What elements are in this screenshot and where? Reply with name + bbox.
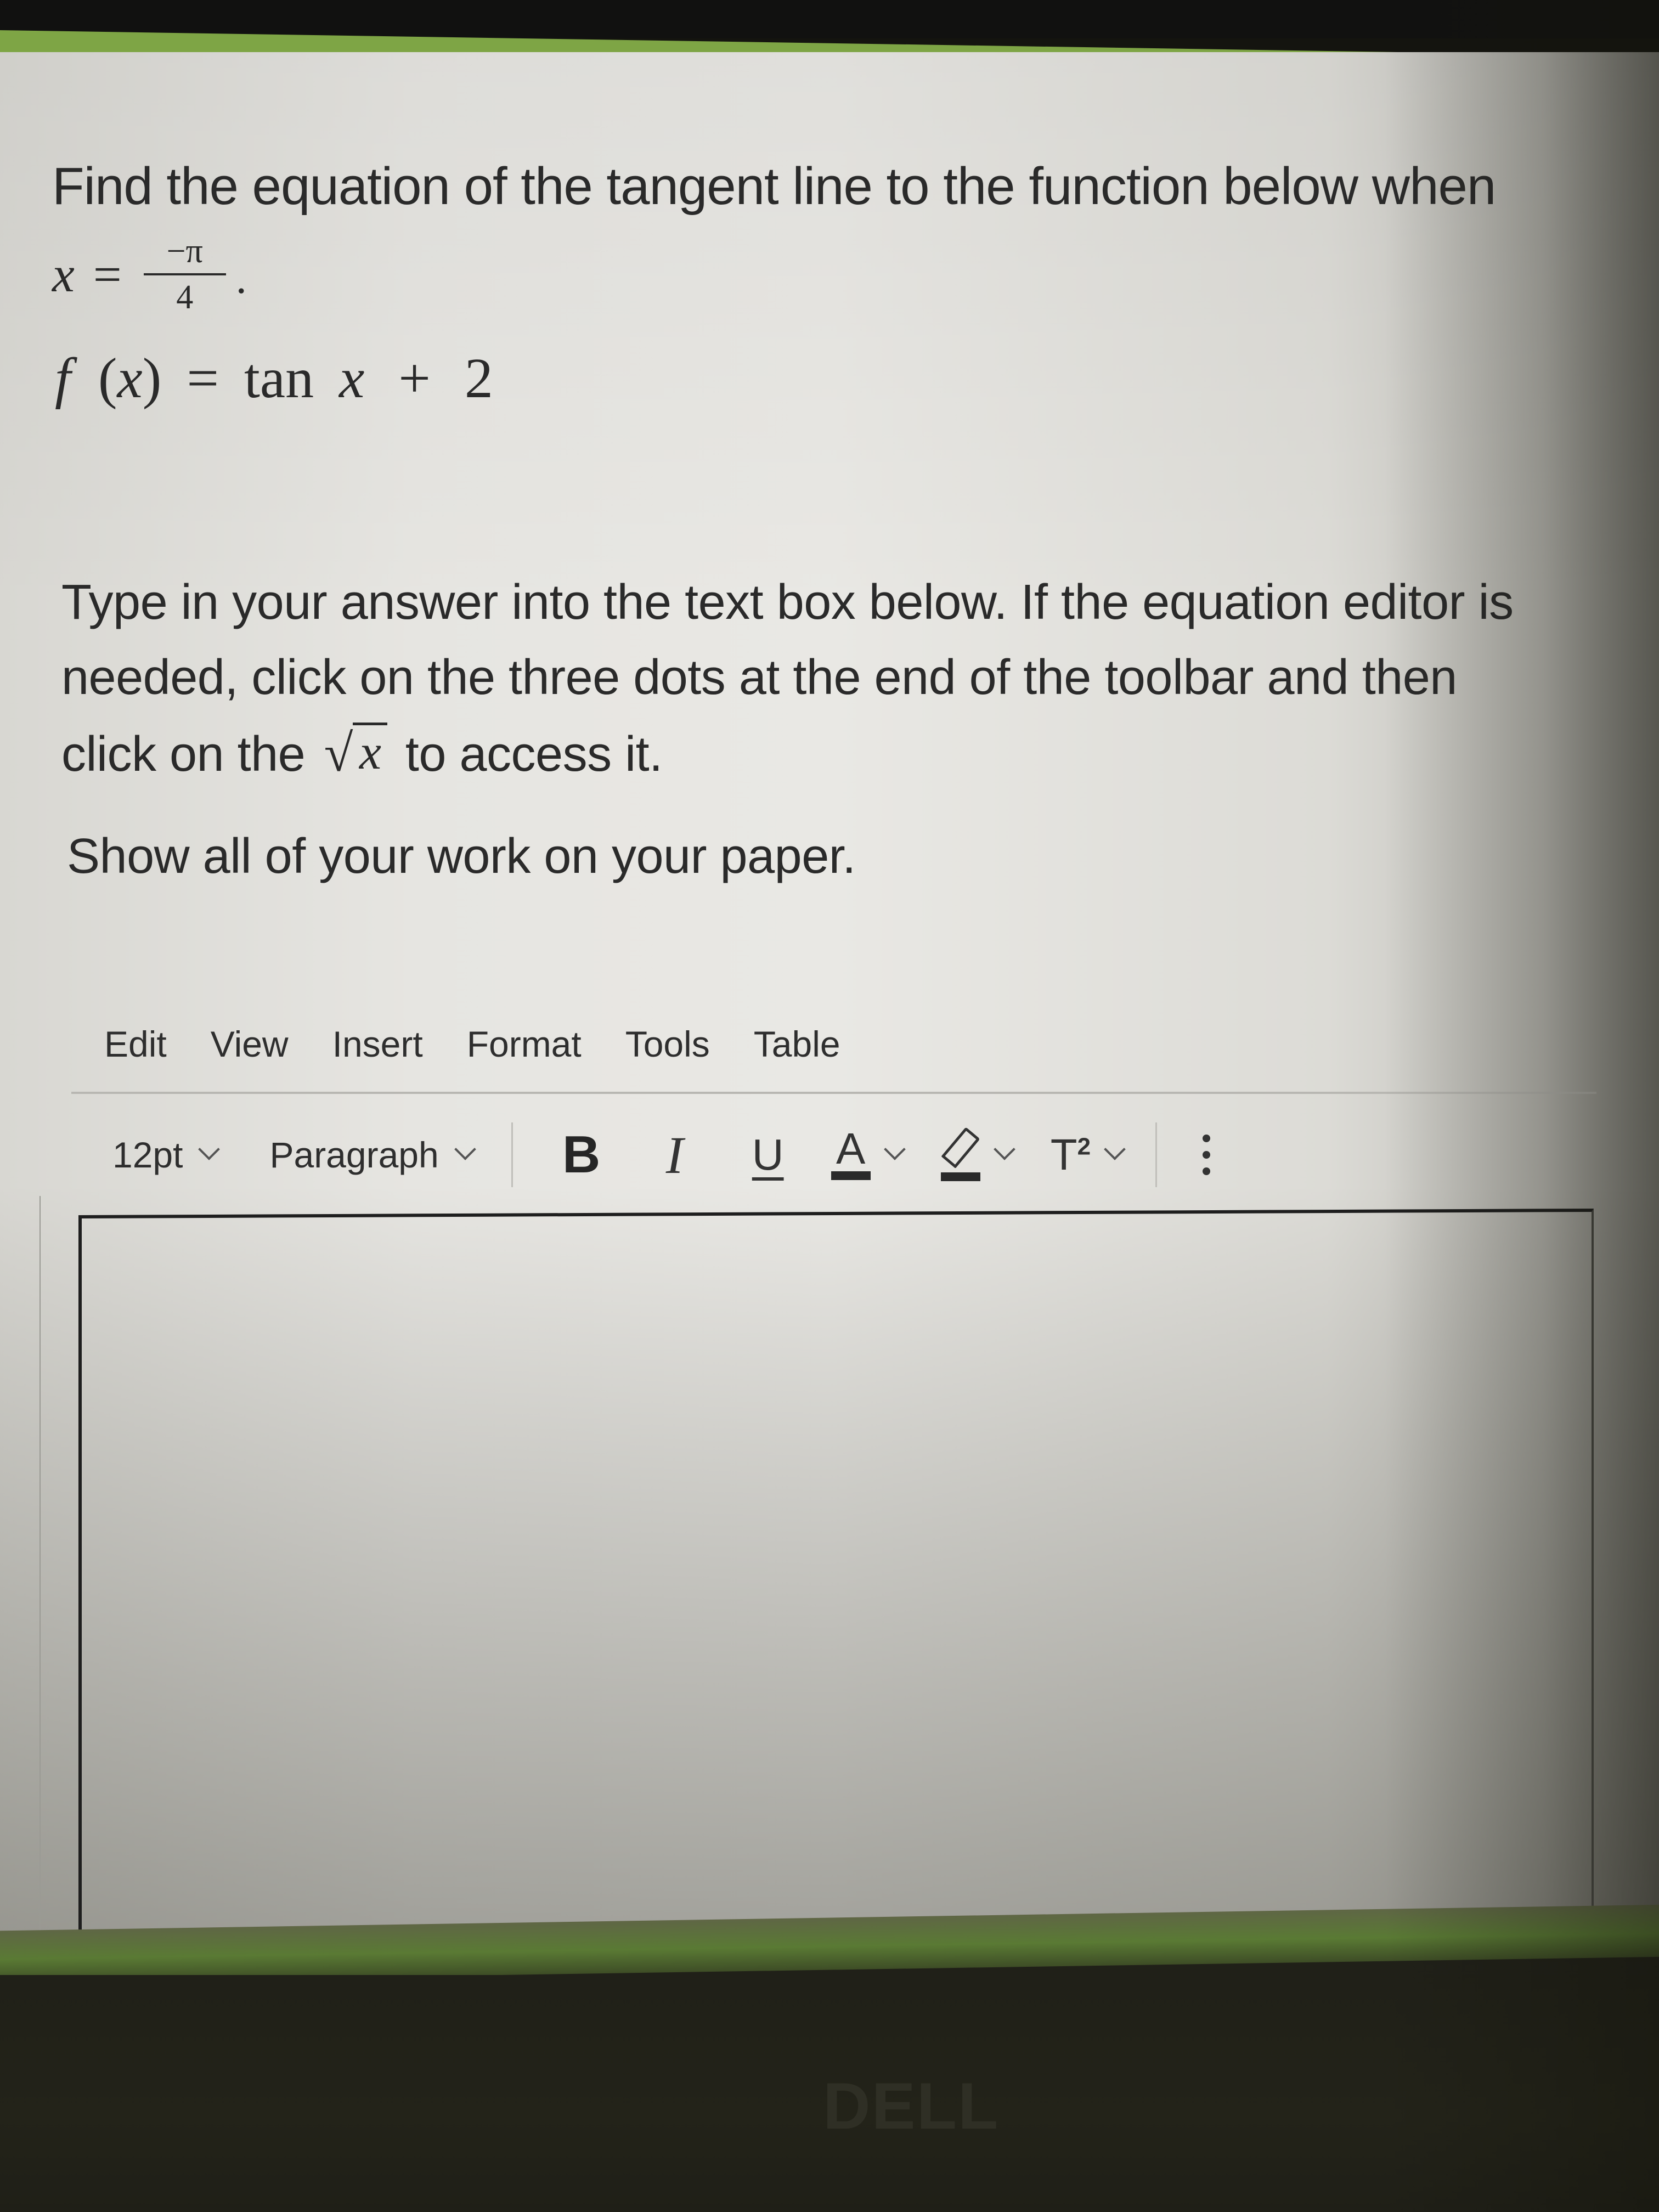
italic-button[interactable]: I bbox=[645, 1125, 705, 1185]
equals-sign: = bbox=[187, 347, 219, 410]
equals-sign: = bbox=[93, 246, 122, 302]
function-definition: f (x) = tan x + 2 bbox=[55, 347, 493, 410]
question-prompt: Find the equation of the tangent line to… bbox=[52, 154, 1588, 219]
menu-edit[interactable]: Edit bbox=[104, 1023, 167, 1065]
photo-frame: Find the equation of the tangent line to… bbox=[0, 0, 1659, 2212]
font-size-dropdown[interactable]: 12pt bbox=[112, 1134, 221, 1176]
text-color-button[interactable]: A bbox=[831, 1125, 906, 1185]
menu-tools[interactable]: Tools bbox=[625, 1023, 710, 1065]
block-format-value: Paragraph bbox=[269, 1135, 439, 1175]
menu-format[interactable]: Format bbox=[467, 1023, 582, 1065]
underline-icon: U bbox=[752, 1130, 784, 1179]
superscript-icon: T2 bbox=[1050, 1130, 1091, 1179]
toolbar-separator bbox=[1155, 1122, 1158, 1187]
top-bezel bbox=[0, 0, 1659, 38]
x-value-equation: x = −π 4 . bbox=[52, 225, 247, 324]
bold-icon: B bbox=[562, 1125, 601, 1184]
highlight-color-button[interactable] bbox=[940, 1125, 1015, 1185]
fraction-bar bbox=[143, 273, 226, 275]
block-format-dropdown[interactable]: Paragraph bbox=[269, 1134, 476, 1176]
function-name: f bbox=[55, 347, 71, 410]
dell-logo: DELL bbox=[823, 2069, 1000, 2143]
fraction: −π 4 bbox=[143, 233, 226, 316]
text-color-icon: A bbox=[831, 1127, 871, 1180]
tan-argument: x bbox=[339, 347, 365, 410]
fraction-denominator: 4 bbox=[176, 279, 194, 316]
sqrt-icon: √ x bbox=[324, 715, 388, 792]
answer-editor[interactable] bbox=[78, 1208, 1594, 1948]
superscript-button[interactable]: T2 bbox=[1050, 1125, 1126, 1185]
menu-view[interactable]: View bbox=[211, 1023, 289, 1065]
highlighter-icon bbox=[940, 1127, 980, 1181]
monitor-screen: Find the equation of the tangent line to… bbox=[0, 0, 1659, 1986]
chevron-down-icon bbox=[883, 1138, 906, 1160]
menu-table[interactable]: Table bbox=[754, 1023, 840, 1065]
chevron-down-icon bbox=[993, 1138, 1015, 1160]
chevron-down-icon bbox=[198, 1138, 221, 1160]
fraction-numerator: −π bbox=[166, 233, 203, 270]
editor-menubar: Edit View Insert Format Tools Table bbox=[104, 1023, 884, 1065]
plus-sign: + bbox=[398, 347, 431, 410]
underline-button[interactable]: U bbox=[738, 1125, 798, 1185]
x-variable: x bbox=[52, 246, 75, 302]
bold-button[interactable]: B bbox=[551, 1125, 612, 1185]
period: . bbox=[235, 254, 247, 303]
content-left-border bbox=[40, 1196, 41, 1931]
chevron-down-icon bbox=[454, 1138, 476, 1160]
font-size-value: 12pt bbox=[112, 1135, 183, 1175]
chevron-down-icon bbox=[1104, 1138, 1126, 1160]
tan-function: tan bbox=[244, 347, 314, 410]
italic-icon: I bbox=[665, 1125, 684, 1184]
more-vertical-icon bbox=[1203, 1135, 1211, 1142]
function-variable: x bbox=[117, 347, 143, 410]
menu-insert[interactable]: Insert bbox=[332, 1023, 423, 1065]
instructions: Type in your answer into the text box be… bbox=[61, 565, 1625, 792]
menubar-divider bbox=[71, 1092, 1596, 1094]
instruction-line-2: needed, click on the three dots at the e… bbox=[61, 650, 1457, 705]
constant: 2 bbox=[464, 347, 493, 410]
show-work-note: Show all of your work on your paper. bbox=[67, 829, 856, 884]
more-options-button[interactable] bbox=[1190, 1125, 1223, 1185]
question-text: Find the equation of the tangent line to… bbox=[52, 157, 1496, 216]
editor-toolbar: 12pt Paragraph B I U A T2 bbox=[112, 1119, 1484, 1190]
toolbar-separator bbox=[511, 1122, 513, 1187]
instruction-line-3: click on the √ x to access it. bbox=[61, 715, 1625, 792]
instruction-line-1: Type in your answer into the text box be… bbox=[61, 575, 1514, 630]
